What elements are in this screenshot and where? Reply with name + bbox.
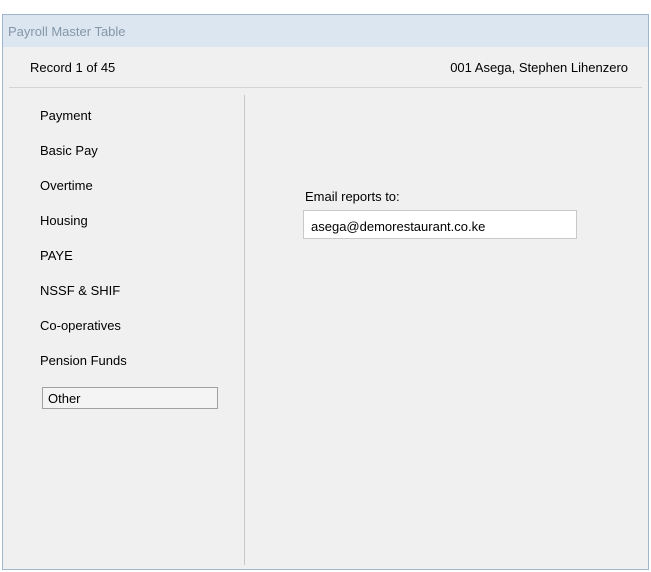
sidebar-item-overtime[interactable]: Overtime [40, 178, 93, 193]
sidebar: Payment Basic Pay Overtime Housing PAYE … [9, 95, 245, 565]
sidebar-item-payment[interactable]: Payment [40, 108, 91, 123]
title-bar[interactable]: Payroll Master Table [3, 15, 648, 47]
record-bar: Record 1 of 45 001 Asega, Stephen Lihenz… [9, 49, 642, 88]
email-reports-input[interactable] [303, 210, 577, 239]
sidebar-item-co-operatives[interactable]: Co-operatives [40, 318, 121, 333]
main-content: Email reports to: [246, 95, 642, 565]
sidebar-item-paye[interactable]: PAYE [40, 248, 73, 263]
email-reports-label: Email reports to: [305, 189, 400, 204]
window-title: Payroll Master Table [8, 24, 126, 39]
payroll-master-window: Payroll Master Table Record 1 of 45 001 … [2, 14, 649, 570]
sidebar-item-pension-funds[interactable]: Pension Funds [40, 353, 127, 368]
employee-name: 001 Asega, Stephen Lihenzero [450, 60, 628, 75]
sidebar-item-housing[interactable]: Housing [40, 213, 88, 228]
sidebar-item-other[interactable]: Other [42, 387, 218, 409]
sidebar-item-nssf-shif[interactable]: NSSF & SHIF [40, 283, 120, 298]
record-count: Record 1 of 45 [30, 60, 116, 75]
sidebar-item-basic-pay[interactable]: Basic Pay [40, 143, 98, 158]
